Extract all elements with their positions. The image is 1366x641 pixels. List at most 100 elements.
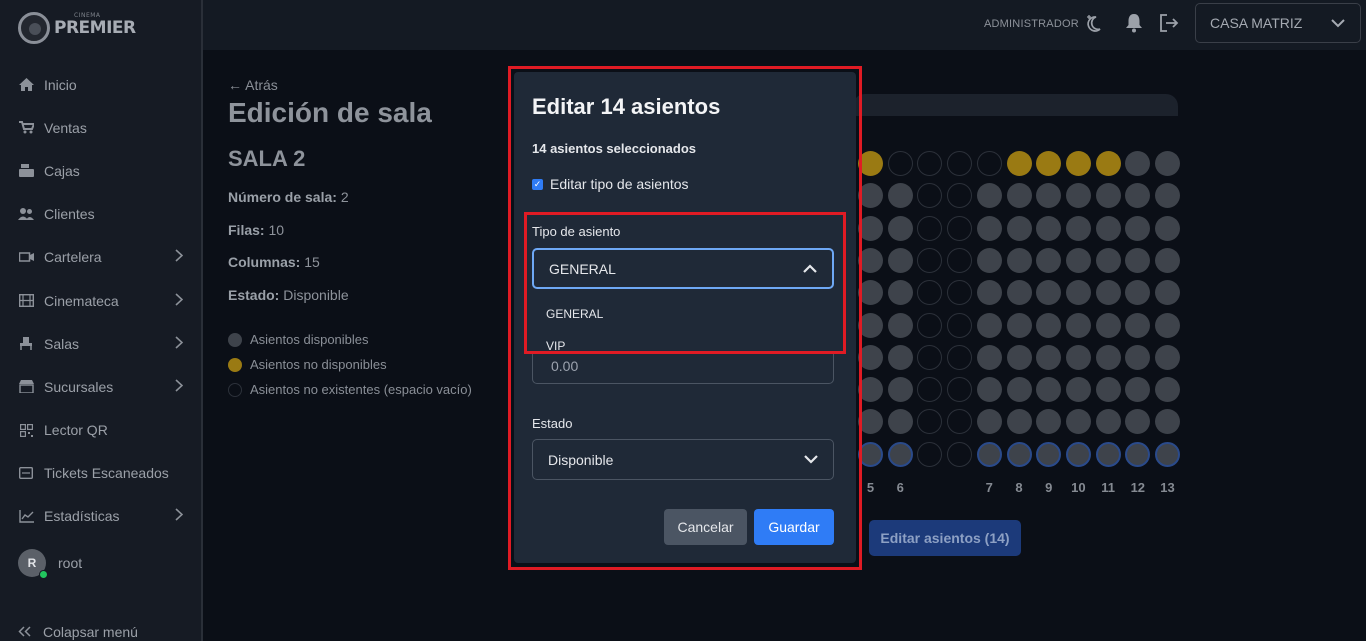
seat[interactable] (976, 280, 1002, 306)
seat[interactable] (1155, 312, 1180, 338)
seat[interactable] (1095, 280, 1121, 306)
seat[interactable] (947, 377, 973, 403)
seat[interactable] (947, 441, 973, 467)
seat[interactable] (976, 409, 1002, 435)
seat[interactable] (887, 215, 913, 241)
seat[interactable] (917, 151, 943, 176)
seat[interactable] (858, 344, 883, 370)
sidebar-item-cartelera[interactable]: Cartelera (0, 236, 201, 279)
bell-icon[interactable] (1123, 12, 1145, 34)
seat[interactable] (947, 183, 973, 209)
seat[interactable] (887, 344, 913, 370)
seat[interactable] (1036, 441, 1062, 467)
seat[interactable] (1006, 151, 1032, 176)
seat[interactable] (976, 344, 1002, 370)
seat[interactable] (1155, 441, 1180, 467)
seat[interactable] (1095, 151, 1121, 176)
seat[interactable] (887, 183, 913, 209)
seat[interactable] (1006, 312, 1032, 338)
seat[interactable] (947, 280, 973, 306)
edit-type-checkbox[interactable]: ✓ (532, 178, 543, 190)
seat[interactable] (858, 409, 883, 435)
seat[interactable] (1065, 280, 1091, 306)
sidebar-item-sucursales[interactable]: Sucursales (0, 365, 201, 408)
seat[interactable] (858, 183, 883, 209)
seat[interactable] (947, 151, 973, 176)
seat[interactable] (976, 377, 1002, 403)
seat[interactable] (1095, 344, 1121, 370)
seat[interactable] (976, 247, 1002, 273)
seat[interactable] (1036, 312, 1062, 338)
seat[interactable] (976, 151, 1002, 176)
seat[interactable] (917, 247, 943, 273)
sidebar-item-inicio[interactable]: Inicio (0, 63, 201, 106)
seat[interactable] (858, 280, 883, 306)
save-button[interactable]: Guardar (754, 509, 834, 545)
seat[interactable] (1155, 215, 1180, 241)
seat[interactable] (1065, 215, 1091, 241)
seat[interactable] (887, 377, 913, 403)
option-vip[interactable]: VIP (546, 339, 565, 353)
option-general[interactable]: GENERAL (546, 307, 603, 321)
seat[interactable] (1065, 377, 1091, 403)
seat[interactable] (1125, 312, 1151, 338)
seat[interactable] (1065, 344, 1091, 370)
seat[interactable] (917, 215, 943, 241)
seat[interactable] (976, 183, 1002, 209)
seat[interactable] (858, 151, 883, 176)
seat[interactable] (1006, 183, 1032, 209)
seat[interactable] (1065, 312, 1091, 338)
seat[interactable] (917, 441, 943, 467)
seat[interactable] (1125, 280, 1151, 306)
seat[interactable] (858, 377, 883, 403)
status-select[interactable]: Disponible (532, 439, 834, 480)
edit-seats-button[interactable]: Editar asientos (14) (869, 520, 1021, 556)
sidebar-item-clientes[interactable]: Clientes (0, 193, 201, 236)
seat[interactable] (1036, 280, 1062, 306)
seat[interactable] (1006, 280, 1032, 306)
seat[interactable] (1006, 377, 1032, 403)
seat[interactable] (1036, 151, 1062, 176)
seat[interactable] (1065, 247, 1091, 273)
seat[interactable] (887, 312, 913, 338)
seat[interactable] (1095, 183, 1121, 209)
seat[interactable] (1065, 441, 1091, 467)
seat[interactable] (1155, 377, 1180, 403)
seat[interactable] (1006, 247, 1032, 273)
seat[interactable] (1036, 247, 1062, 273)
seat[interactable] (1036, 215, 1062, 241)
seat[interactable] (858, 441, 883, 467)
seat[interactable] (1065, 409, 1091, 435)
seat[interactable] (947, 312, 973, 338)
seat[interactable] (858, 247, 883, 273)
seat[interactable] (917, 409, 943, 435)
seat[interactable] (858, 312, 883, 338)
seat[interactable] (1095, 441, 1121, 467)
seat[interactable] (1006, 441, 1032, 467)
seat[interactable] (1125, 344, 1151, 370)
seat[interactable] (1155, 247, 1180, 273)
branch-selector[interactable]: CASA MATRIZ (1195, 3, 1361, 43)
logout-icon[interactable] (1158, 12, 1180, 34)
seat[interactable] (1125, 183, 1151, 209)
seat[interactable] (947, 247, 973, 273)
edit-type-toggle[interactable]: ✓ Editar tipo de asientos (532, 176, 689, 192)
seat[interactable] (1125, 441, 1151, 467)
seat[interactable] (1125, 377, 1151, 403)
seat[interactable] (917, 280, 943, 306)
seat[interactable] (887, 151, 913, 176)
seat[interactable] (1125, 215, 1151, 241)
seat[interactable] (1036, 377, 1062, 403)
seat[interactable] (917, 183, 943, 209)
seat[interactable] (976, 215, 1002, 241)
seat[interactable] (976, 441, 1002, 467)
seat-type-select[interactable]: GENERAL (532, 248, 834, 289)
cancel-button[interactable]: Cancelar (664, 509, 747, 545)
back-link[interactable]: ← Atrás (228, 77, 278, 93)
seat[interactable] (917, 377, 943, 403)
sidebar-item-estadisticas[interactable]: Estadísticas (0, 495, 201, 538)
sidebar-item-cinemateca[interactable]: Cinemateca (0, 279, 201, 322)
seat[interactable] (1006, 409, 1032, 435)
seat[interactable] (1155, 409, 1180, 435)
seat[interactable] (1006, 215, 1032, 241)
